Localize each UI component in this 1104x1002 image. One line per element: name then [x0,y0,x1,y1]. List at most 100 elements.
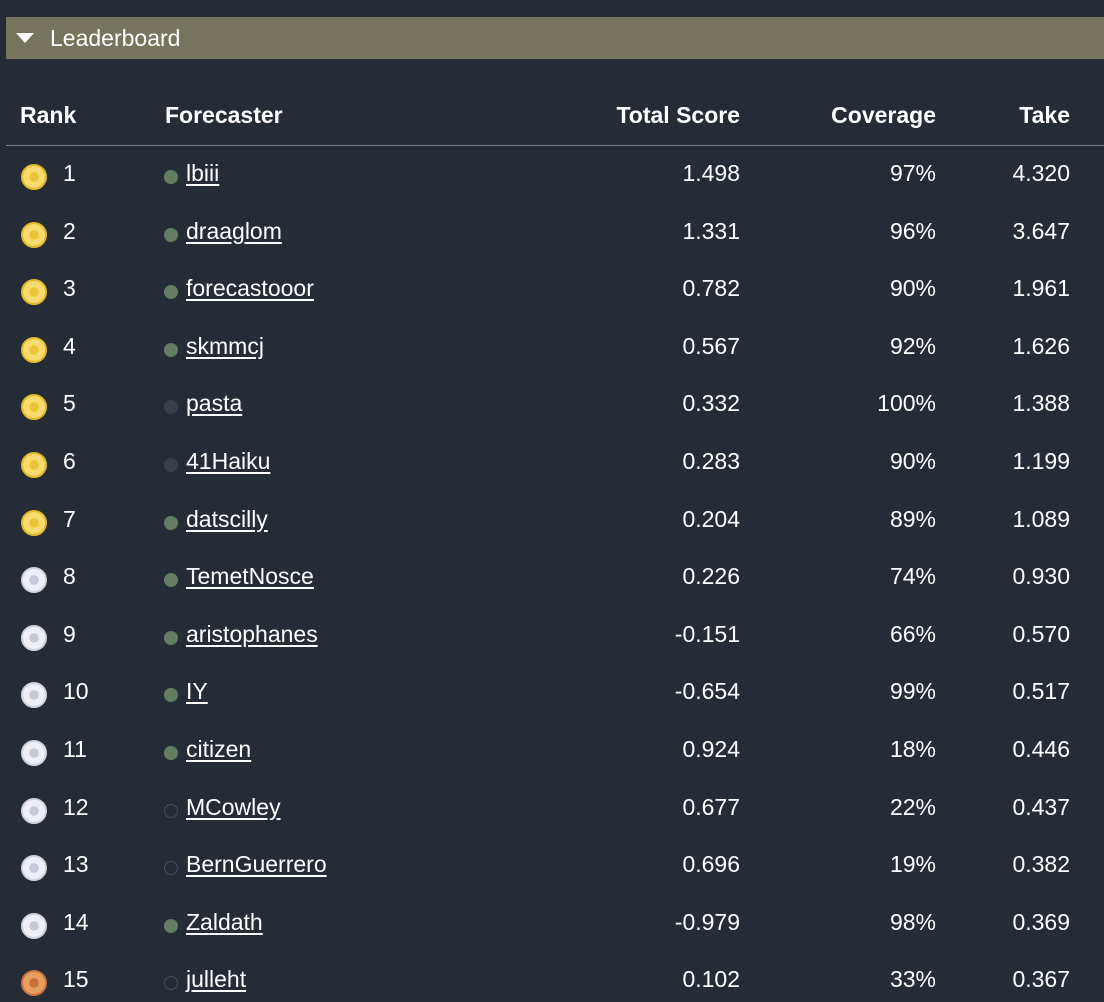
take-value: 1.089 [1012,505,1070,532]
status-dot-icon [164,918,178,933]
table-row: 15 julleht 0.102 33% 0.367 [6,952,1104,1002]
total-score-value: 0.226 [682,563,740,590]
table-row: 12 MCowley 0.677 22% 0.437 [6,780,1104,838]
total-score-value: 0.283 [682,447,740,474]
status-dot-icon [164,976,178,991]
take-value: 1.961 [1012,275,1070,302]
status-dot-icon [164,457,178,472]
table-row: 9 aristophanes -0.151 66% 0.570 [6,607,1104,665]
rank-value: 5 [63,390,76,417]
rank-value: 4 [63,332,76,359]
caret-down-icon [16,33,34,43]
coverage-value: 89% [889,505,936,532]
rank-value: 6 [63,447,76,474]
forecaster-link[interactable]: pasta [186,390,242,417]
take-value: 1.388 [1012,390,1070,417]
column-header-forecaster: Forecaster [165,102,283,128]
status-dot-icon [164,803,178,818]
table-row: 4 skmmcj 0.567 92% 1.626 [6,319,1104,377]
coverage-value: 97% [889,160,936,186]
silver-medal-icon [21,797,47,824]
coverage-value: 18% [889,735,936,762]
silver-medal-icon [21,624,47,651]
silver-medal-icon [21,739,47,766]
forecaster-link[interactable]: draaglom [186,218,282,245]
table-row: 10 IY -0.654 99% 0.517 [6,664,1104,722]
coverage-value: 90% [889,447,936,474]
take-value: 0.437 [1012,793,1070,820]
total-score-value: 1.498 [682,160,740,186]
forecaster-link[interactable]: IY [186,678,208,705]
status-dot-icon [164,285,178,300]
coverage-value: 96% [889,217,936,244]
coverage-value: 19% [889,851,936,878]
column-header-rank: Rank [20,102,77,128]
gold-medal-icon [21,221,47,248]
leaderboard-title: Leaderboard [50,24,181,51]
status-dot-icon [164,861,178,876]
table-row: 14 Zaldath -0.979 98% 0.369 [6,895,1104,953]
table-row: 2 draaglom 1.331 96% 3.647 [6,204,1104,262]
silver-medal-icon [21,912,47,939]
forecaster-link[interactable]: citizen [186,736,251,763]
total-score-value: -0.151 [674,620,740,647]
column-header-total-score: Total Score [616,102,740,128]
total-score-value: 0.677 [682,793,740,820]
forecaster-link[interactable]: 41Haiku [186,448,270,475]
total-score-value: 0.696 [682,851,740,878]
rank-value: 14 [63,908,89,935]
forecaster-link[interactable]: forecastooor [186,275,314,302]
rank-value: 3 [63,275,76,302]
status-dot-icon [164,170,178,184]
total-score-value: 0.924 [682,735,740,762]
table-row: 3 forecastooor 0.782 90% 1.961 [6,261,1104,319]
rank-value: 15 [63,966,89,993]
forecaster-link[interactable]: TemetNosce [186,563,314,590]
silver-medal-icon [21,855,47,882]
total-score-value: 0.332 [682,390,740,417]
coverage-value: 98% [889,908,936,935]
forecaster-link[interactable]: MCowley [186,794,281,821]
rank-value: 10 [63,678,89,705]
coverage-value: 66% [889,620,936,647]
forecaster-link[interactable]: lbiii [186,160,219,187]
leaderboard-header-toggle[interactable]: Leaderboard [6,17,1104,59]
table-body: 1 lbiii 1.498 97% 4.320 2 draaglom 1.331 96% 3.64… [6,146,1104,1002]
total-score-value: -0.979 [674,908,740,935]
take-value: 1.626 [1012,332,1070,359]
forecaster-link[interactable]: BernGuerrero [186,851,327,878]
rank-value: 13 [63,851,89,878]
leaderboard-table: Rank Forecaster Total Score Coverage Tak… [6,86,1104,1002]
coverage-value: 22% [889,793,936,820]
total-score-value: 0.102 [682,966,740,993]
status-dot-icon [164,745,178,760]
table-row: 6 41Haiku 0.283 90% 1.199 [6,434,1104,492]
forecaster-link[interactable]: datscilly [186,506,268,533]
forecaster-link[interactable]: julleht [186,966,246,993]
column-header-coverage: Coverage [831,102,936,128]
table-row: 13 BernGuerrero 0.696 19% 0.382 [6,837,1104,895]
total-score-value: 0.782 [682,275,740,302]
status-dot-icon [164,227,178,242]
rank-value: 1 [63,160,76,186]
forecaster-link[interactable]: aristophanes [186,621,318,648]
status-dot-icon [164,342,178,357]
silver-medal-icon [21,682,47,709]
table-row: 8 TemetNosce 0.226 74% 0.930 [6,549,1104,607]
take-value: 0.517 [1012,678,1070,705]
total-score-value: 1.331 [682,217,740,244]
rank-value: 9 [63,620,76,647]
coverage-value: 90% [889,275,936,302]
table-row: 11 citizen 0.924 18% 0.446 [6,722,1104,780]
take-value: 0.382 [1012,851,1070,878]
coverage-value: 74% [889,563,936,590]
table-row: 5 pasta 0.332 100% 1.388 [6,376,1104,434]
gold-medal-icon [21,279,47,306]
take-value: 0.369 [1012,908,1070,935]
table-header-row: Rank Forecaster Total Score Coverage Tak… [6,86,1104,146]
coverage-value: 92% [889,332,936,359]
forecaster-link[interactable]: Zaldath [186,909,263,936]
take-value: 0.930 [1012,563,1070,590]
forecaster-link[interactable]: skmmcj [186,333,264,360]
take-value: 4.320 [1012,160,1070,186]
